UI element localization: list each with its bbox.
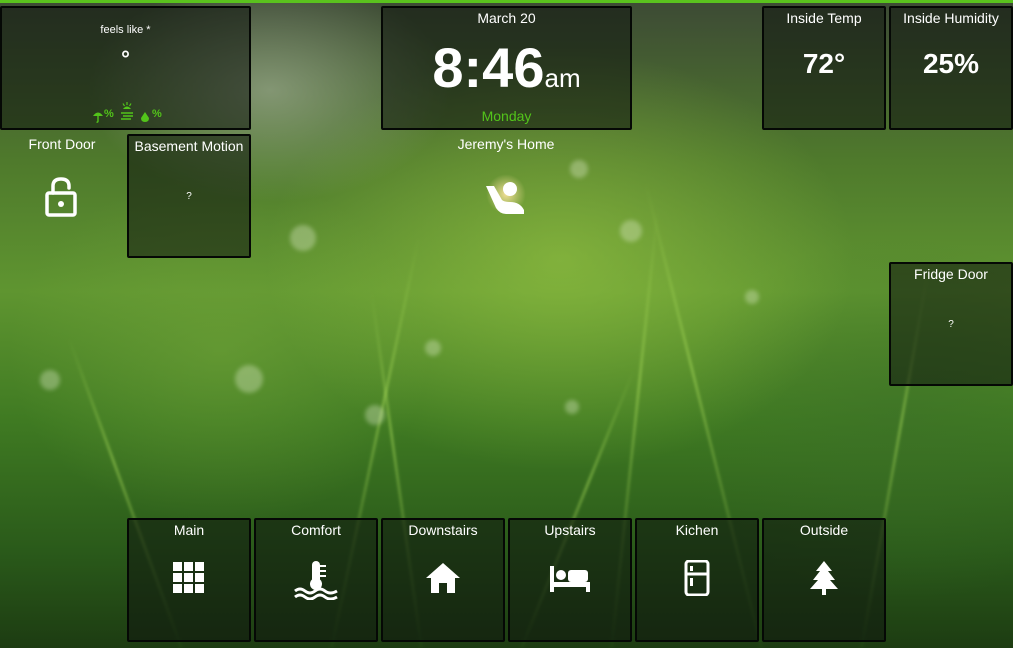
clock-time: 8:46 — [432, 36, 545, 99]
bokeh-dot — [565, 400, 579, 414]
inside-humidity-title: Inside Humidity — [903, 10, 999, 26]
basement-motion-title: Basement Motion — [134, 138, 244, 154]
dashboard-background: feels like * ° % % March 20 8:46am Monda… — [0, 0, 1013, 648]
clock-time-row: 8:46am — [383, 40, 630, 96]
inside-humidity-value: 25% — [922, 48, 980, 79]
front-door-tile[interactable]: Front Door — [0, 134, 124, 258]
nav-outside-label: Outside — [799, 522, 849, 538]
nav-main-label: Main — [173, 522, 205, 538]
inside-temp-value: 72° — [802, 48, 846, 79]
nav-comfort-button[interactable]: Comfort — [254, 518, 378, 642]
bokeh-dot — [570, 160, 588, 178]
bokeh-dot — [290, 225, 316, 251]
nav-upstairs-button[interactable]: Upstairs — [508, 518, 632, 642]
clock-ampm: am — [544, 63, 581, 93]
weather-stats-row: % % — [90, 102, 170, 126]
clock-date: March 20 — [477, 10, 536, 26]
nav-kitchen-label: Kichen — [675, 522, 719, 538]
home-presence-title: Jeremy's Home — [457, 136, 555, 152]
grid-icon — [173, 562, 204, 593]
nav-comfort-label: Comfort — [291, 522, 341, 538]
umbrella-icon — [93, 112, 103, 123]
house-icon — [426, 563, 460, 593]
inside-temp-title: Inside Temp — [786, 10, 862, 26]
thermometer-water-icon — [294, 561, 338, 600]
fridge-icon — [684, 560, 710, 596]
humidity-drop-icon — [141, 112, 149, 122]
bokeh-dot — [235, 365, 263, 393]
fridge-door-title: Fridge Door — [914, 266, 988, 282]
unlocked-padlock-icon — [45, 177, 77, 217]
basement-motion-tile[interactable]: Basement Motion ? — [127, 134, 251, 258]
nav-downstairs-label: Downstairs — [408, 522, 478, 538]
inside-temp-tile[interactable]: Inside Temp 72° — [762, 6, 886, 130]
nav-outside-button[interactable]: Outside — [762, 518, 886, 642]
nav-downstairs-button[interactable]: Downstairs — [381, 518, 505, 642]
front-door-title: Front Door — [28, 136, 96, 152]
home-presence-tile[interactable]: Jeremy's Home — [444, 134, 568, 258]
temperature-symbol: ° — [121, 46, 130, 71]
clock-day: Monday — [481, 108, 532, 124]
clock-tile[interactable]: March 20 8:46am Monday — [381, 6, 632, 130]
nav-main-button[interactable]: Main — [127, 518, 251, 642]
sun-haze-icon — [121, 102, 133, 120]
bokeh-dot — [620, 220, 642, 242]
bokeh-dot — [425, 340, 441, 356]
inside-humidity-tile[interactable]: Inside Humidity 25% — [889, 6, 1013, 130]
precip-percent: % — [104, 108, 114, 120]
bed-icon — [550, 566, 590, 592]
basement-motion-value: ? — [186, 191, 192, 202]
bokeh-dot — [40, 370, 60, 390]
nav-kitchen-button[interactable]: Kichen — [635, 518, 759, 642]
humidity-percent: % — [152, 108, 162, 120]
fridge-door-tile[interactable]: Fridge Door ? — [889, 262, 1013, 386]
bokeh-dot — [745, 290, 759, 304]
person-home-icon — [486, 182, 524, 214]
feels-like-label: feels like * — [100, 24, 151, 36]
nav-upstairs-label: Upstairs — [544, 522, 596, 538]
bokeh-dot — [365, 405, 385, 425]
fridge-door-value: ? — [948, 319, 954, 330]
weather-tile[interactable]: feels like * ° % % — [0, 6, 251, 130]
pine-tree-icon — [810, 561, 838, 595]
